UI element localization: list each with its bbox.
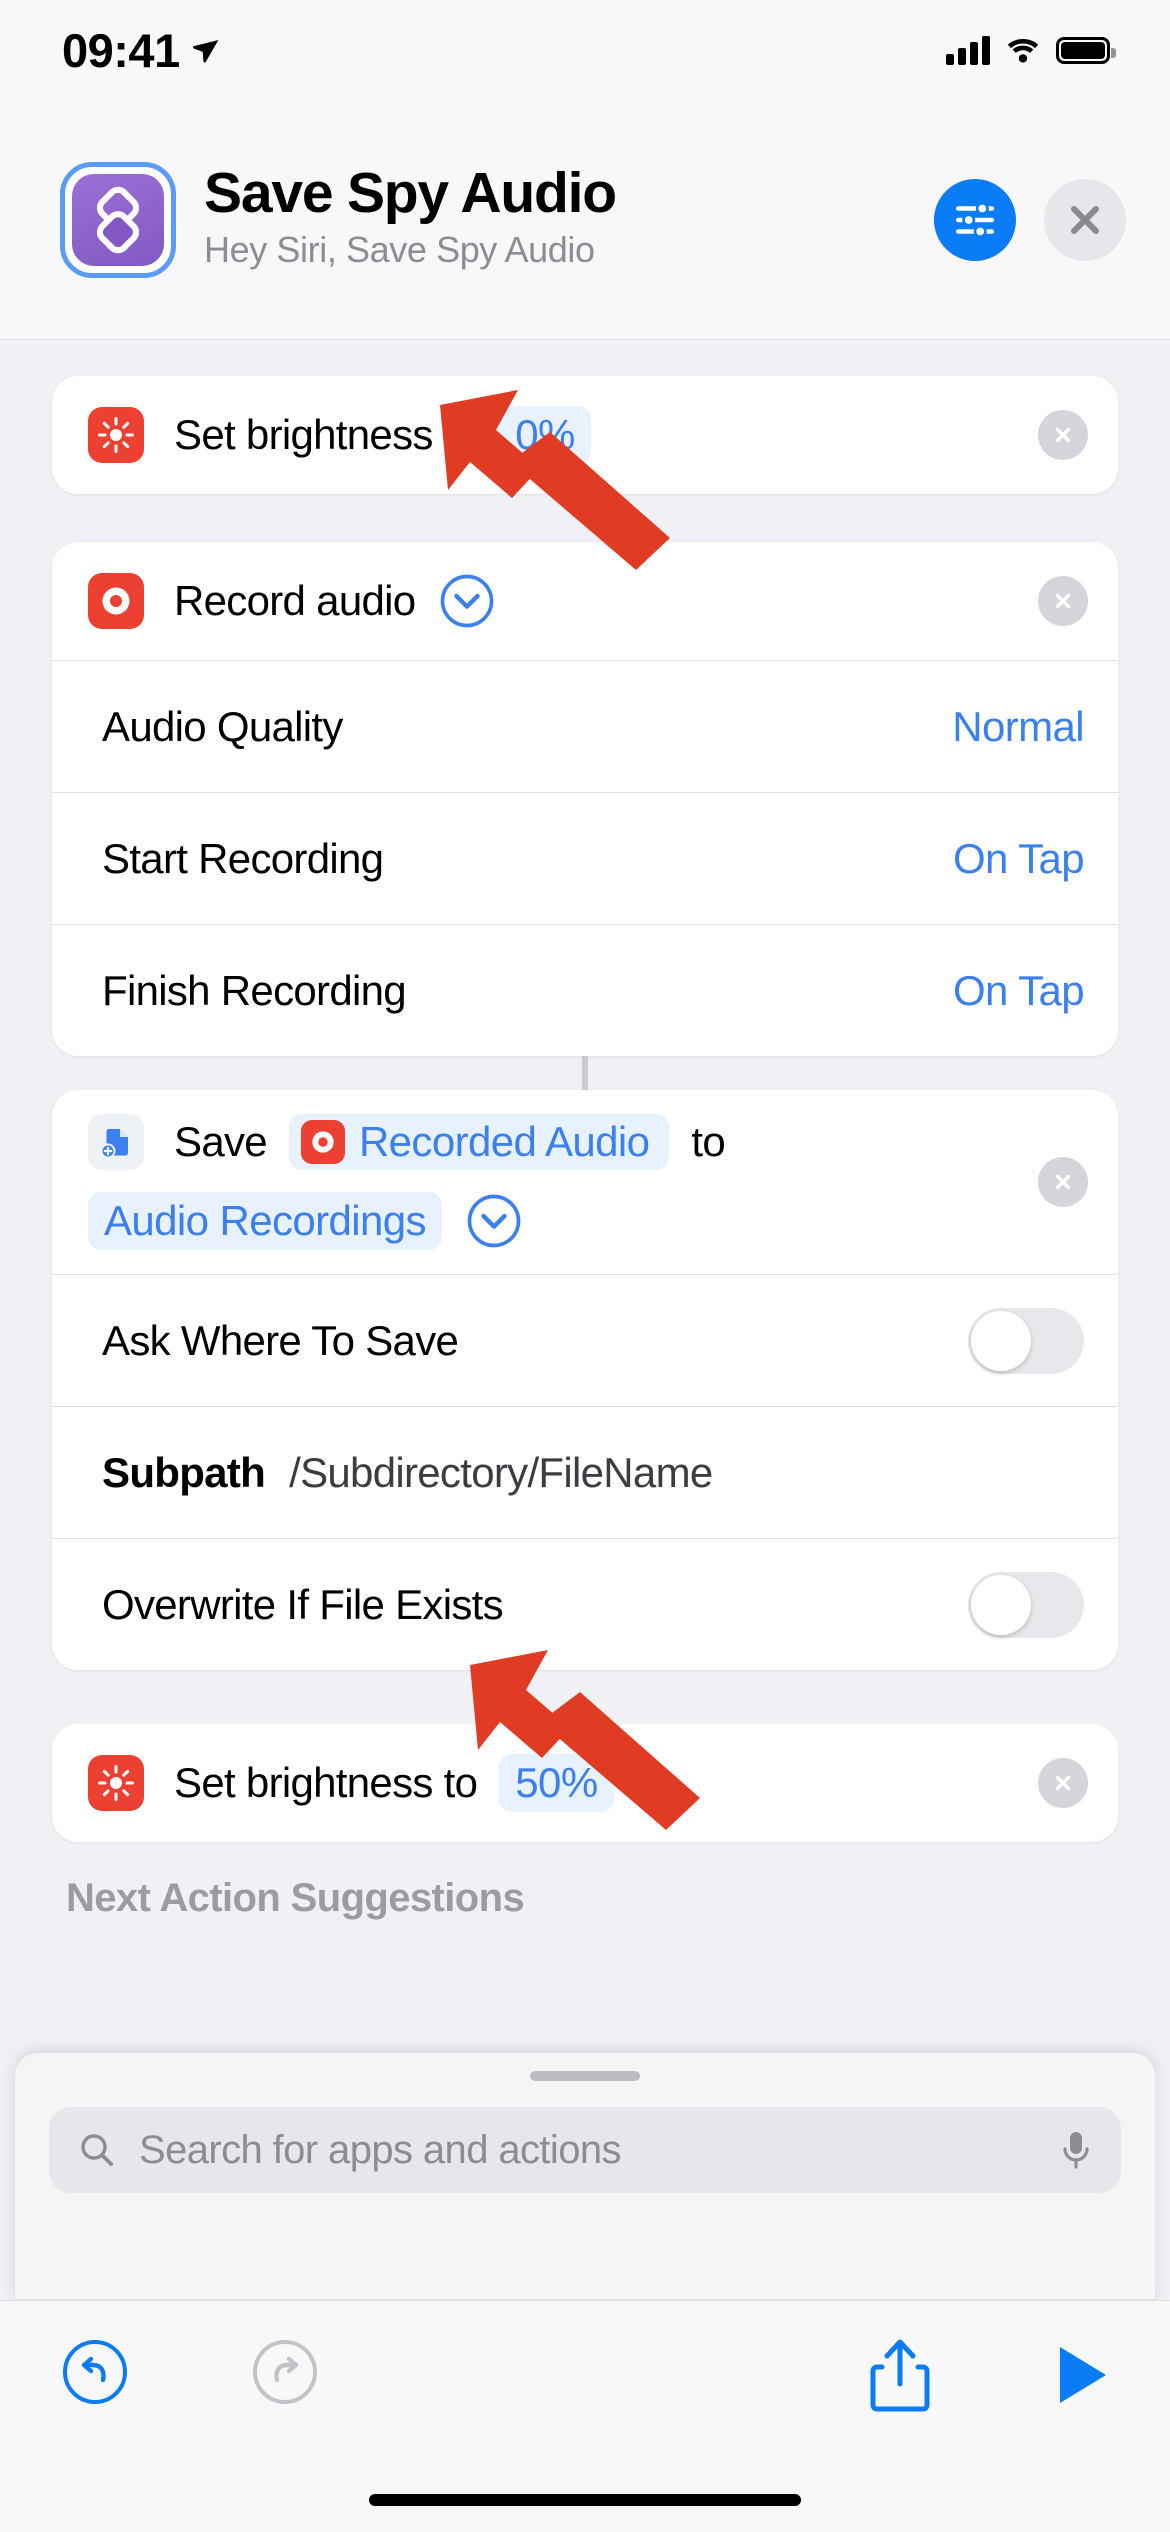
brightness-sun-icon xyxy=(88,407,144,463)
home-indicator xyxy=(369,2494,801,2506)
action-header[interactable]: Save Recorded Audio to Audio Recordings xyxy=(52,1090,1118,1274)
shortcut-header: Save Spy Audio Hey Siri, Save Spy Audio xyxy=(0,100,1170,340)
remove-action-button[interactable] xyxy=(1038,1758,1088,1808)
microphone-icon[interactable] xyxy=(1059,2128,1093,2172)
remove-action-button[interactable] xyxy=(1038,1157,1088,1207)
next-action-suggestions-heading: Next Action Suggestions xyxy=(66,1876,525,1920)
share-icon xyxy=(870,2339,930,2412)
header-buttons xyxy=(934,178,1126,261)
status-bar-right xyxy=(946,35,1116,65)
toolbar-right-group xyxy=(868,2337,1110,2413)
param-label: Start Recording xyxy=(102,834,384,882)
action-card-record-audio[interactable]: Record audio Audio Quality Normal Start … xyxy=(52,542,1118,1056)
action-connector xyxy=(582,1056,588,1090)
wifi-icon xyxy=(1007,39,1039,63)
search-placeholder: Search for apps and actions xyxy=(139,2127,621,2172)
location-arrow-icon xyxy=(192,40,219,63)
action-card-set-brightness-50[interactable]: Set brightness to 50% xyxy=(52,1724,1118,1842)
action-label: Save xyxy=(174,1118,268,1165)
search-sheet: Search for apps and actions xyxy=(14,2052,1156,2300)
close-icon xyxy=(1071,205,1099,234)
record-glyph xyxy=(102,587,130,615)
file-add-glyph xyxy=(100,1129,128,1159)
param-row-finish-recording[interactable]: Finish Recording On Tap xyxy=(52,924,1118,1056)
param-label: Audio Quality xyxy=(102,702,343,750)
toolbar-left-group xyxy=(60,2337,320,2407)
action-label: Set brightness to xyxy=(174,411,478,458)
overwrite-if-file-exists-toggle[interactable] xyxy=(968,1571,1084,1638)
play-icon xyxy=(1060,2347,1106,2403)
shortcut-settings-button[interactable] xyxy=(934,178,1016,261)
action-label: Set brightness to xyxy=(174,1759,478,1806)
shortcut-icon-button[interactable] xyxy=(60,161,176,278)
remove-action-icon xyxy=(1055,593,1071,609)
play-button[interactable] xyxy=(1052,2337,1110,2413)
destination-folder-pill[interactable]: Audio Recordings xyxy=(88,1192,442,1250)
undo-icon xyxy=(63,2340,127,2404)
redo-icon xyxy=(253,2340,317,2404)
sun-glyph xyxy=(98,417,134,453)
sliders-icon xyxy=(955,201,995,238)
param-label: Overwrite If File Exists xyxy=(102,1580,504,1628)
action-header[interactable]: Set brightness to 50% xyxy=(52,1724,1118,1842)
param-row-subpath[interactable]: Subpath /Subdirectory/FileName xyxy=(52,1406,1118,1538)
param-label: Finish Recording xyxy=(102,966,407,1014)
header-title-block: Save Spy Audio Hey Siri, Save Spy Audio xyxy=(204,160,906,276)
page-title: Save Spy Audio xyxy=(204,160,617,225)
subpath-input[interactable]: /Subdirectory/FileName xyxy=(289,1449,713,1497)
sheet-grabber[interactable] xyxy=(530,2071,640,2081)
status-bar: 09:41 xyxy=(0,0,1170,100)
record-audio-icon xyxy=(300,1120,345,1164)
close-button[interactable] xyxy=(1044,178,1126,261)
param-value[interactable]: Normal xyxy=(952,703,1084,751)
param-label: Ask Where To Save xyxy=(102,1316,459,1364)
param-row-start-recording[interactable]: Start Recording On Tap xyxy=(52,792,1118,924)
param-label: Subpath xyxy=(102,1448,266,1496)
status-bar-left: 09:41 xyxy=(62,23,220,78)
param-row-overwrite-if-file-exists[interactable]: Overwrite If File Exists xyxy=(52,1538,1118,1670)
action-header[interactable]: Set brightness to 0% xyxy=(52,376,1118,494)
ask-where-to-save-toggle[interactable] xyxy=(968,1307,1084,1374)
brightness-value-pill[interactable]: 50% xyxy=(499,1754,614,1812)
recorded-audio-variable-token[interactable]: Recorded Audio xyxy=(288,1114,670,1170)
chevron-down-circle-icon[interactable] xyxy=(466,1193,522,1249)
search-icon xyxy=(81,2134,113,2166)
remove-action-icon xyxy=(1055,1174,1071,1190)
param-row-ask-where-to-save[interactable]: Ask Where To Save xyxy=(52,1274,1118,1406)
brightness-value-pill[interactable]: 0% xyxy=(499,406,591,464)
shortcuts-app-icon xyxy=(72,173,164,266)
param-row-audio-quality[interactable]: Audio Quality Normal xyxy=(52,660,1118,792)
action-list: Set brightness to 0% Record audio Audio … xyxy=(0,340,1170,2300)
param-value[interactable]: On Tap xyxy=(953,967,1085,1015)
stacked-diamonds-glyph xyxy=(96,186,140,253)
status-time: 09:41 xyxy=(62,23,180,77)
shortcuts-editor-screen: 09:41 Save Spy Audio Hey Siri, Save Spy … xyxy=(0,0,1170,2532)
action-card-save-file[interactable]: Save Recorded Audio to Audio Recordings … xyxy=(52,1090,1118,1670)
action-label: Record audio xyxy=(174,577,416,624)
remove-action-icon xyxy=(1055,1775,1071,1791)
share-button[interactable] xyxy=(868,2337,932,2413)
save-file-icon xyxy=(88,1114,144,1170)
subpath-group: Subpath /Subdirectory/FileName xyxy=(102,1449,713,1497)
cellular-bars-icon xyxy=(946,35,990,65)
redo-button[interactable] xyxy=(250,2337,320,2407)
battery-full-icon xyxy=(1056,36,1116,64)
undo-button[interactable] xyxy=(60,2337,130,2407)
variable-token-label: Recorded Audio xyxy=(358,1118,650,1165)
sun-glyph xyxy=(98,1765,134,1801)
remove-action-button[interactable] xyxy=(1038,410,1088,460)
action-header[interactable]: Record audio xyxy=(52,542,1118,660)
brightness-sun-icon xyxy=(88,1755,144,1811)
chevron-down-circle-icon[interactable] xyxy=(439,573,495,629)
search-input[interactable]: Search for apps and actions xyxy=(49,2107,1121,2193)
remove-action-icon xyxy=(1055,427,1071,443)
connector-word: to xyxy=(691,1118,726,1165)
record-audio-icon xyxy=(88,573,144,629)
action-card-set-brightness-0[interactable]: Set brightness to 0% xyxy=(52,376,1118,494)
param-value[interactable]: On Tap xyxy=(953,835,1085,883)
remove-action-button[interactable] xyxy=(1038,576,1088,626)
record-glyph xyxy=(312,1131,334,1153)
siri-phrase: Hey Siri, Save Spy Audio xyxy=(204,229,595,271)
